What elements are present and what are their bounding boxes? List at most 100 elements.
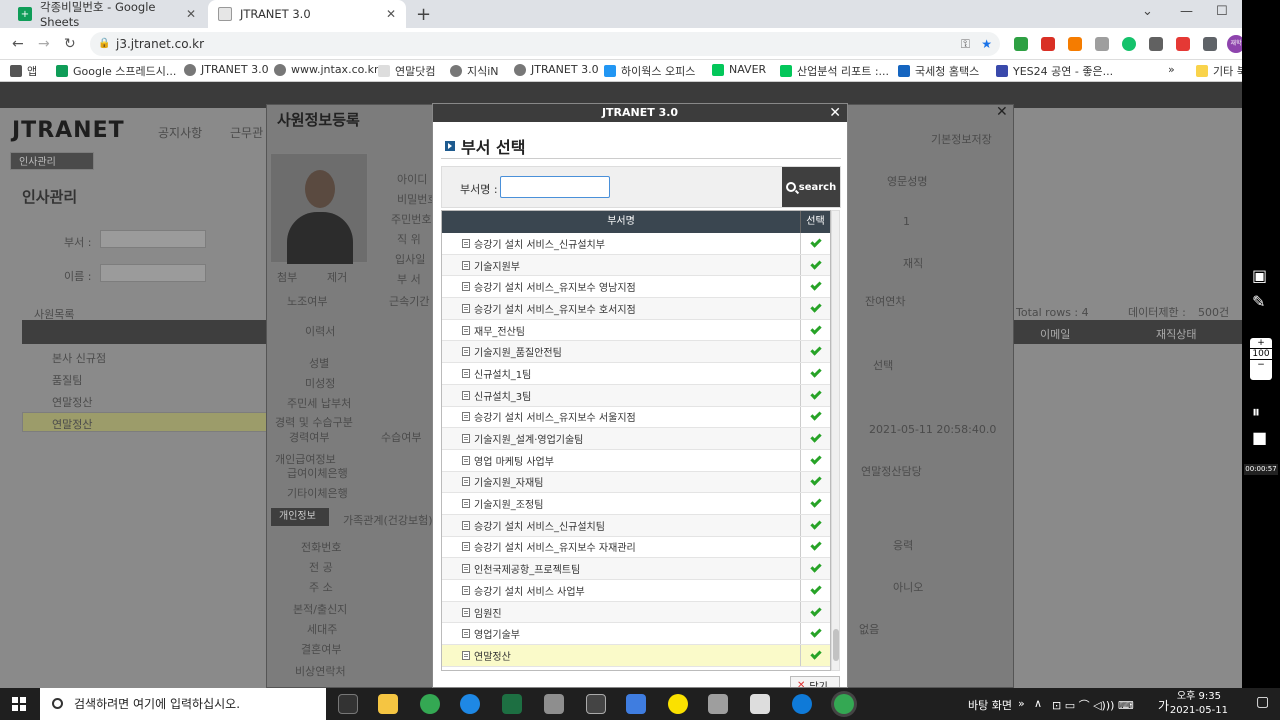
extension-icon[interactable] (1095, 37, 1109, 51)
puzzle-icon[interactable] (1203, 37, 1217, 51)
check-icon[interactable] (809, 518, 822, 530)
select-cell[interactable] (801, 450, 830, 471)
search-button[interactable]: search (782, 167, 840, 207)
app-icon[interactable] (626, 694, 646, 714)
select-cell[interactable] (801, 515, 830, 536)
department-row[interactable]: 기술지원_품질안전팀 (442, 341, 830, 364)
department-row[interactable]: 영업기술부 (442, 623, 830, 646)
notification-icon[interactable]: ▢ (1256, 694, 1269, 710)
department-name-cell[interactable]: 승강기 설치 서비스_신규설치부 (442, 233, 801, 254)
check-icon[interactable] (809, 387, 822, 400)
clock[interactable]: 오후 9:35 2021-05-11 (1170, 690, 1228, 718)
pause-icon[interactable]: ⏸ (1252, 402, 1260, 422)
check-icon[interactable] (809, 279, 822, 291)
check-icon[interactable] (809, 431, 822, 443)
department-row[interactable]: 신규설치_3팀 (442, 384, 830, 407)
department-row[interactable]: 승강기 설치 서비스_유지보수 자재관리 (442, 536, 830, 559)
bookmark-item[interactable]: 하이웍스 오피스 (604, 63, 695, 79)
key-icon[interactable]: ⚿ (961, 32, 970, 56)
check-icon[interactable] (809, 257, 822, 270)
ime-indicator[interactable]: 가 (1158, 697, 1169, 714)
close-icon[interactable]: ✕ (829, 104, 841, 122)
check-icon[interactable] (809, 301, 822, 313)
close-button[interactable]: ✕ 닫기 (790, 676, 840, 687)
bookmark-apps[interactable]: 앱 (10, 63, 37, 79)
extension-icon[interactable] (1068, 37, 1082, 51)
department-name-cell[interactable]: 기술지원_조정팀 (442, 493, 801, 514)
select-cell[interactable] (801, 472, 830, 493)
select-cell[interactable] (801, 233, 830, 254)
bookmark-item[interactable]: JTRANET 3.0 (184, 63, 269, 76)
check-icon[interactable] (809, 453, 822, 465)
department-row[interactable]: 임원진 (442, 601, 830, 624)
chrome-icon[interactable] (420, 694, 440, 714)
department-name-cell[interactable]: 승강기 설치 서비스_유지보수 자재관리 (442, 536, 801, 558)
select-cell[interactable] (801, 493, 830, 514)
bookmark-item[interactable]: 산업분석 리포트 :... (780, 63, 889, 79)
select-cell[interactable] (801, 363, 830, 384)
extension-icon[interactable] (1014, 37, 1028, 51)
department-name-cell[interactable]: 신규설치_1팀 (442, 363, 801, 384)
new-tab-button[interactable]: + (416, 4, 431, 25)
tab-jtranet[interactable]: JTRANET 3.0 ✕ (208, 0, 406, 28)
app-icon[interactable] (708, 694, 728, 714)
check-icon[interactable] (809, 409, 822, 422)
department-name-cell[interactable]: 기술지원부 (442, 254, 801, 276)
column-header-name[interactable]: 부서명 (442, 211, 801, 233)
check-icon[interactable] (809, 648, 822, 660)
tab-search-icon[interactable]: ⌄ (1142, 4, 1153, 19)
department-row[interactable]: 연말정산 (442, 645, 830, 667)
chevron-icon[interactable]: » (1018, 697, 1025, 710)
select-cell[interactable] (801, 558, 830, 579)
bookmark-item[interactable]: www.jntax.co.kr (274, 63, 379, 76)
address-bar[interactable]: 🔒 j3.jtranet.co.kr ⚿ ★ (90, 32, 1000, 56)
department-row[interactable]: 기술지원_조정팀 (442, 493, 830, 515)
reload-icon[interactable]: ↻ (64, 36, 76, 52)
select-cell[interactable] (801, 602, 830, 623)
stop-icon[interactable]: ■ (1252, 428, 1267, 447)
check-icon[interactable] (809, 561, 822, 573)
back-icon[interactable]: ← (12, 36, 24, 52)
tab-google-sheets[interactable]: + 각종비밀번호 - Google Sheets ✕ (8, 0, 206, 29)
department-row[interactable]: 영업 마케팅 사업부 (442, 449, 830, 472)
bookmark-item[interactable]: JTRANET 3.0 (514, 63, 599, 76)
bookmark-item[interactable]: NAVER (712, 63, 766, 76)
department-name-cell[interactable]: 임원진 (442, 601, 801, 623)
department-row[interactable]: 신규설치_1팀 (442, 363, 830, 385)
taskbar-search-input[interactable]: 검색하려면 여기에 입력하십시오. (40, 688, 326, 720)
scrollbar-thumb[interactable] (833, 629, 839, 661)
select-cell[interactable] (801, 537, 830, 558)
pen-icon[interactable]: ✎ (1252, 292, 1265, 311)
extension-icon[interactable] (1149, 37, 1163, 51)
department-row[interactable]: 기술지원부 (442, 254, 830, 277)
check-icon[interactable] (809, 344, 822, 356)
grammarly-icon[interactable] (1122, 37, 1136, 51)
chrome-active-icon[interactable] (834, 694, 854, 714)
star-icon[interactable]: ★ (981, 32, 992, 56)
department-row[interactable]: 승강기 설치 서비스_유지보수 서울지점 (442, 406, 830, 429)
department-name-cell[interactable]: 기술지원_자재팀 (442, 471, 801, 493)
tray-up-icon[interactable]: ∧ (1034, 697, 1042, 710)
department-name-cell[interactable]: 영업기술부 (442, 623, 801, 645)
department-search-input[interactable] (500, 176, 610, 198)
select-cell[interactable] (801, 580, 830, 601)
bookmark-folder[interactable]: 기타 북 (1196, 63, 1247, 79)
windows-start-icon[interactable] (12, 697, 26, 711)
department-name-cell[interactable]: 승강기 설치 서비스_신규설치팀 (442, 514, 801, 536)
department-name-cell[interactable]: 기술지원_품질안전팀 (442, 341, 801, 363)
bookmarks-overflow[interactable]: » (1168, 63, 1175, 76)
zoom-out-icon[interactable]: − (1250, 360, 1272, 370)
department-name-cell[interactable]: 승강기 설치 서비스_유지보수 호서지점 (442, 298, 801, 319)
bookmark-item[interactable]: Google 스프레드시... (56, 63, 176, 79)
department-name-cell[interactable]: 승강기 설치 서비스_유지보수 영남지점 (442, 276, 801, 298)
check-icon[interactable] (809, 496, 822, 508)
department-name-cell[interactable]: 승강기 설치 서비스 사업부 (442, 580, 801, 601)
check-icon[interactable] (809, 474, 822, 487)
department-row[interactable]: 기술지원_설계·영업기술팀 (442, 428, 830, 450)
select-cell[interactable] (801, 320, 830, 341)
select-cell[interactable] (801, 298, 830, 319)
check-icon[interactable] (809, 539, 822, 552)
department-name-cell[interactable]: 인천국제공항_프로젝트팀 (442, 558, 801, 579)
check-icon[interactable] (809, 583, 822, 595)
bookmark-item[interactable]: YES24 공연 - 좋은... (996, 63, 1113, 79)
